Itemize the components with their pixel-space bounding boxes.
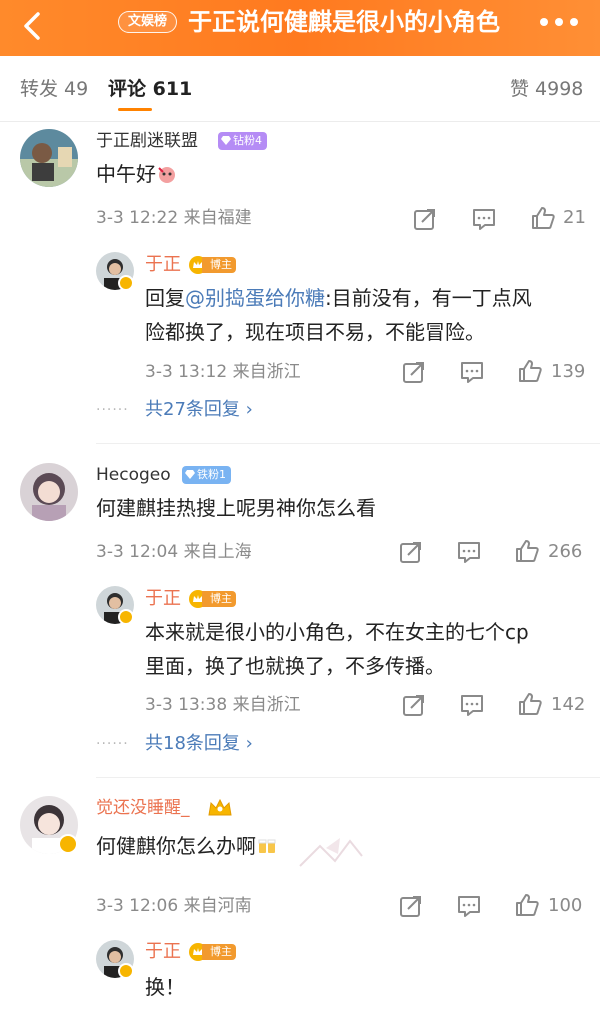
share-icon[interactable]	[398, 893, 424, 919]
share-icon[interactable]	[398, 539, 424, 565]
like-icon[interactable]	[514, 538, 540, 564]
comment-icon[interactable]	[459, 692, 485, 718]
avatar[interactable]	[20, 129, 78, 187]
tab-likes[interactable]: 赞 4998	[510, 76, 583, 102]
comment-username[interactable]: Hecogeo	[96, 464, 171, 486]
comment-text-content: 中午好	[96, 162, 156, 186]
comment-icon[interactable]	[471, 206, 497, 232]
reply-text: 本来就是很小的小角色，不在女主的七个cp 里面，换了也就换了，不多传播。	[145, 615, 590, 683]
top-bar: 文娱榜 于正说何健麒是很小的小角色	[0, 0, 600, 56]
reply-text: 回复@别捣蛋给你糖:目前没有，有一丁点风 险都换了，现在项目不易，不能冒险。	[145, 281, 585, 349]
fan-badge-label: 铁粉1	[197, 468, 226, 481]
comment-icon[interactable]	[456, 893, 482, 919]
like-icon[interactable]	[517, 691, 543, 717]
like-icon[interactable]	[530, 205, 556, 231]
verified-icon	[58, 834, 78, 854]
author-badge-label: 博主	[202, 257, 236, 273]
diamond-icon	[185, 470, 195, 479]
more-options-icon[interactable]	[540, 18, 580, 28]
decorative-sticker	[290, 826, 370, 876]
back-icon[interactable]	[14, 6, 54, 46]
comment-divider	[96, 777, 600, 778]
reply-username[interactable]: 于正	[145, 941, 181, 963]
share-icon[interactable]	[412, 206, 438, 232]
reply-text: 换！	[145, 975, 185, 999]
reply-line-1: :目前没有，有一丁点风	[325, 286, 532, 310]
reply-line-1: 本来就是很小的小角色，不在女主的七个cp	[145, 620, 529, 644]
comment-meta: 3-3 12:22 来自福建	[96, 208, 252, 228]
share-icon[interactable]	[401, 359, 427, 385]
reply-line-2: 里面，换了也就换了，不多传播。	[145, 654, 445, 678]
fan-level-badge: 钻粉4	[218, 132, 267, 150]
cheers-emoji-icon	[258, 839, 276, 853]
dots-separator: ······	[96, 736, 129, 752]
fan-level-badge: 铁粉1	[182, 466, 231, 484]
reply-username[interactable]: 于正	[145, 254, 181, 276]
tab-comments[interactable]: 评论 611	[108, 76, 192, 102]
hot-list-badge[interactable]: 文娱榜	[118, 11, 178, 33]
tab-repost[interactable]: 转发 49	[20, 76, 88, 102]
comment-text: 何健麒你怎么办啊	[96, 829, 278, 863]
view-more-replies[interactable]: 共27条回复 ›	[145, 399, 253, 421]
author-badge-label: 博主	[202, 591, 236, 607]
like-count: 142	[551, 694, 586, 715]
verified-icon	[118, 275, 134, 291]
like-count: 100	[548, 895, 583, 916]
dots-separator: ······	[96, 402, 129, 418]
emoji-icon	[158, 167, 175, 183]
reply-username[interactable]: 于正	[145, 588, 181, 610]
more-replies-label: 共18条回复	[145, 733, 240, 754]
verified-icon	[118, 963, 134, 979]
comment-icon[interactable]	[456, 539, 482, 565]
reply-line-2: 险都换了，现在项目不易，不能冒险。	[145, 320, 485, 344]
like-count: 266	[548, 541, 583, 562]
chevron-right-icon: ›	[245, 733, 253, 754]
reply-prefix: 回复	[145, 286, 185, 310]
active-tab-indicator	[118, 108, 152, 111]
comment-username[interactable]: 于正剧迷联盟	[96, 130, 198, 152]
comment-text-content: 何健麒你怎么办啊	[96, 834, 256, 858]
page-title: 于正说何健麒是很小的小角色	[188, 8, 500, 36]
comment-divider	[96, 443, 600, 444]
fan-badge-label: 钻粉4	[233, 134, 262, 147]
comment-username[interactable]: 觉还没睡醒_	[96, 797, 190, 819]
reply-meta: 3-3 13:12 来自浙江	[145, 362, 301, 382]
comment-meta: 3-3 12:04 来自上海	[96, 542, 252, 562]
chevron-right-icon: ›	[245, 399, 253, 420]
like-count: 21	[563, 207, 586, 228]
comment-text: 中午好	[96, 157, 178, 191]
tabs-divider	[0, 121, 600, 122]
view-more-replies[interactable]: 共18条回复 ›	[145, 733, 253, 755]
like-icon[interactable]	[517, 358, 543, 384]
comment-meta: 3-3 12:06 来自河南	[96, 896, 252, 916]
like-icon[interactable]	[514, 892, 540, 918]
verified-icon	[118, 609, 134, 625]
author-badge-label: 博主	[202, 944, 236, 960]
tab-bar: 转发 49 评论 611 赞 4998	[0, 56, 600, 122]
mention-link[interactable]: @别捣蛋给你糖	[185, 286, 325, 310]
diamond-icon	[221, 136, 231, 145]
avatar[interactable]	[20, 463, 78, 521]
like-count: 139	[551, 361, 586, 382]
reply-meta: 3-3 13:38 来自浙江	[145, 695, 301, 715]
comment-text: 何建麒挂热搜上呢男神你怎么看	[96, 496, 376, 520]
more-replies-label: 共27条回复	[145, 399, 240, 420]
comment-icon[interactable]	[459, 359, 485, 385]
share-icon[interactable]	[401, 692, 427, 718]
crown-icon	[205, 795, 235, 819]
